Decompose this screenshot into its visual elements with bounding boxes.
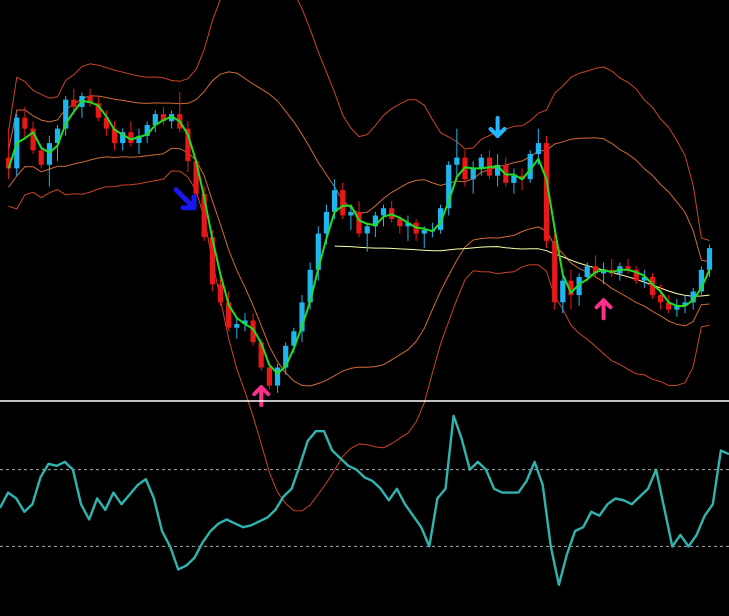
candle-body [364, 226, 370, 234]
candle-body [511, 175, 517, 183]
candle-body [217, 284, 224, 303]
candle-body [380, 208, 387, 216]
candle-body [421, 230, 427, 234]
candle-body [234, 324, 240, 328]
candle-body [397, 219, 403, 227]
candle-body [478, 157, 484, 169]
candle-body [584, 266, 590, 278]
candle-body [706, 248, 713, 270]
candle-body [454, 157, 460, 165]
trading-chart [0, 0, 729, 616]
candle-body [332, 190, 338, 212]
candle-body [658, 295, 664, 303]
candle-body [535, 143, 541, 154]
candle-body [340, 190, 346, 216]
candle [552, 233, 558, 310]
candle-body [38, 150, 44, 165]
candle-body [22, 117, 28, 129]
candle-body [71, 99, 77, 107]
candle-body [266, 367, 272, 386]
candle-body [470, 168, 476, 180]
chart-background [0, 0, 729, 616]
candle-body [552, 240, 558, 303]
candle-body [348, 211, 354, 216]
candle-body [560, 280, 566, 303]
candle-body [46, 143, 52, 165]
